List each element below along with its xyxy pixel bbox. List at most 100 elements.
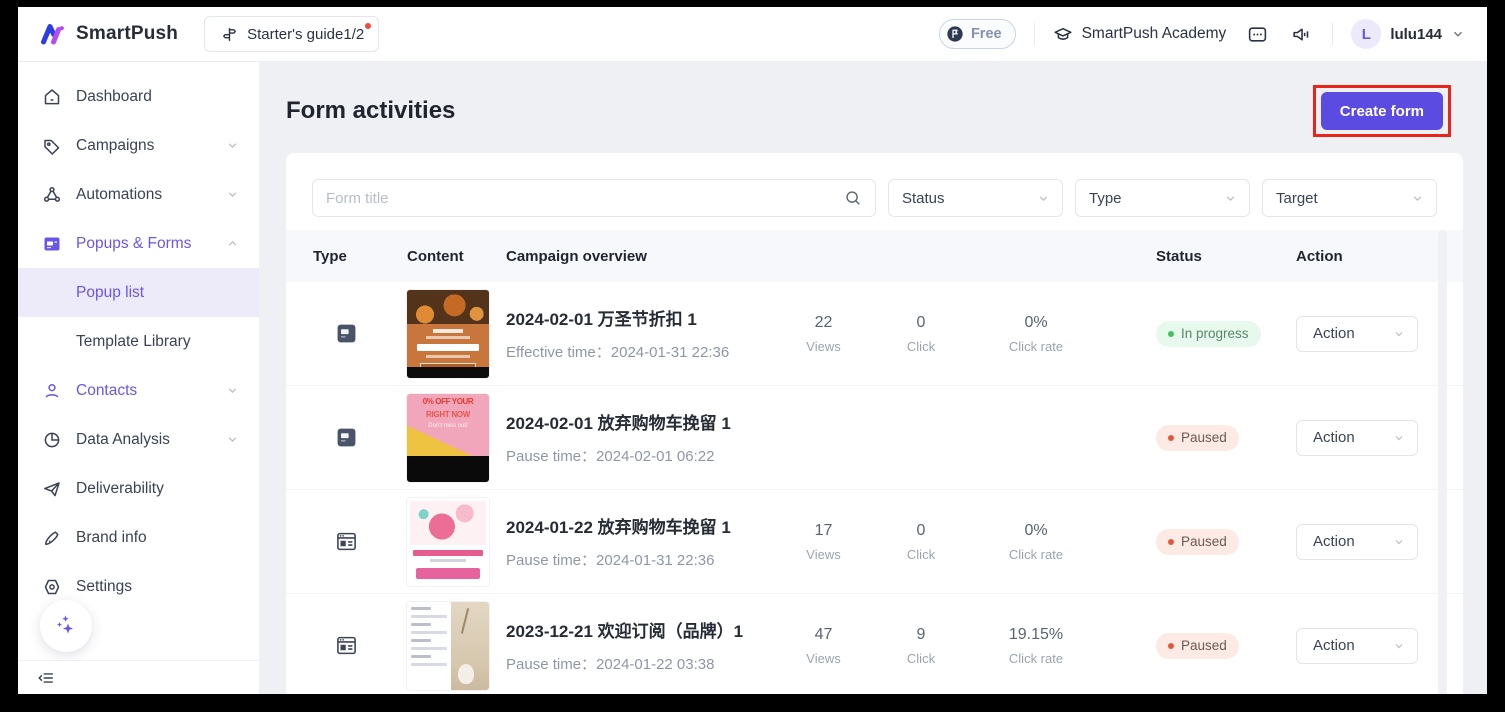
search-input[interactable] [326,190,844,207]
action-dropdown[interactable]: Action [1296,316,1418,352]
brand-logo[interactable]: SmartPush [40,21,178,47]
chevron-down-icon [226,433,239,446]
sidebar-item-label: Popups & Forms [76,235,191,253]
campaign-thumbnail[interactable]: 0% OFF YOUR RIGHT NOW Don't miss out! [407,394,489,482]
topbar: SmartPush Starter's guide1/2 Free [18,7,1487,62]
type-filter-select[interactable]: Type [1075,179,1250,217]
campaign-time: Pause time：2024-01-22 03:38 [506,653,776,674]
chevron-up-icon [226,237,239,250]
sidebar-item-brand-info[interactable]: Brand info [18,513,259,562]
views-stat [776,434,871,441]
sidebar-item-label: Template Library [76,333,191,351]
contacts-person-icon [42,381,62,401]
sidebar-item-contacts[interactable]: Contacts [18,366,259,415]
column-header-action: Action [1296,248,1426,265]
chevron-down-icon [1451,27,1465,41]
sidebar-item-label: Contacts [76,382,137,400]
table-row: 0% OFF YOUR RIGHT NOW Don't miss out! 20… [286,386,1463,490]
plan-badge-label: Free [971,26,1002,42]
sidebar-item-label: Automations [76,186,162,204]
ai-assistant-button[interactable] [40,600,92,652]
campaign-time: Pause time：2024-01-31 22:36 [506,549,776,570]
action-dropdown[interactable]: Action [1296,524,1418,560]
click-stat: 0Click [871,522,971,562]
user-menu[interactable]: L lulu144 [1351,19,1465,49]
sidebar-item-data-analysis[interactable]: Data Analysis [18,415,259,464]
avatar: L [1351,19,1381,49]
graduation-cap-icon [1053,24,1073,44]
campaign-title[interactable]: 2024-02-01 放弃购物车挽留 1 [506,409,776,434]
table-scrollbar[interactable] [1438,230,1447,694]
campaign-thumbnail[interactable] [407,290,489,378]
click-stat: 0Click [871,314,971,354]
popup-type-icon [336,323,357,344]
plan-badge[interactable]: Free [939,19,1016,49]
search-icon[interactable] [844,189,862,207]
sidebar-item-campaigns[interactable]: Campaigns [18,121,259,170]
pie-chart-icon [42,430,62,450]
status-filter-select[interactable]: Status [888,179,1063,217]
sidebar-item-label: Brand info [76,529,147,547]
status-badge: Paused [1156,425,1239,451]
table-row: 2024-02-01 万圣节折扣 1 Effective time：2024-0… [286,282,1463,386]
column-header-content: Content [407,248,506,265]
chevron-down-icon [1393,640,1405,652]
user-name: lulu144 [1390,26,1442,43]
sparkles-icon [51,611,81,641]
chevron-down-icon [1411,192,1424,205]
campaign-title[interactable]: 2024-02-01 万圣节折扣 1 [506,305,776,330]
smartpush-logo-icon [40,21,66,47]
target-filter-label: Target [1276,190,1318,207]
starter-guide-button[interactable]: Starter's guide1/2 [204,16,379,52]
search-box [312,179,876,217]
status-filter-label: Status [902,190,945,207]
sidebar-item-automations[interactable]: Automations [18,170,259,219]
click-rate-stat: 0%Click rate [971,522,1101,562]
sidebar-item-deliverability[interactable]: Deliverability [18,464,259,513]
app-window: SmartPush Starter's guide1/2 Free [18,7,1487,694]
campaign-thumbnail[interactable] [407,602,489,690]
table-row: 2024-01-22 放弃购物车挽留 1 Pause time：2024-01-… [286,490,1463,594]
sidebar-footer [18,660,259,694]
click-rate-stat: 0%Click rate [971,314,1101,354]
divider [1034,23,1035,45]
brand-name: SmartPush [76,23,178,45]
sidebar-item-label: Deliverability [76,480,164,498]
column-header-type: Type [313,248,407,265]
column-header-overview: Campaign overview [506,248,776,265]
action-dropdown[interactable]: Action [1296,628,1418,664]
sidebar-item-popup-list[interactable]: Popup list [18,268,259,317]
views-stat: 22Views [776,314,871,354]
campaign-title[interactable]: 2023-12-21 欢迎订阅（品牌）1 [506,617,776,642]
chevron-down-icon [226,139,239,152]
sidebar-item-label: Popup list [76,284,144,302]
views-stat: 17Views [776,522,871,562]
sidebar-item-label: Settings [76,578,132,596]
create-form-button[interactable]: Create form [1321,92,1443,130]
campaign-time: Pause time：2024-02-01 06:22 [506,445,776,466]
feedback-chat-icon[interactable] [1244,21,1270,47]
form-type-icon [336,531,357,552]
click-rate-stat [971,434,1101,441]
academy-link[interactable]: SmartPush Academy [1053,24,1227,44]
click-stat [871,434,971,441]
sidebar-item-label: Campaigns [76,137,154,155]
announcement-icon[interactable] [1288,21,1314,47]
campaign-thumbnail[interactable] [407,498,489,586]
action-dropdown[interactable]: Action [1296,420,1418,456]
sidebar-item-template-library[interactable]: Template Library [18,317,259,366]
form-activities-card: Status Type Target Type Content Campaign… [286,153,1463,694]
form-type-icon [336,635,357,656]
target-filter-select[interactable]: Target [1262,179,1437,217]
views-stat: 47Views [776,626,871,666]
collapse-sidebar-icon[interactable] [33,665,59,691]
sidebar-item-popups-forms[interactable]: Popups & Forms [18,219,259,268]
status-badge: Paused [1156,633,1239,659]
tag-icon [42,136,62,156]
popup-type-icon [336,427,357,448]
campaign-time: Effective time：2024-01-31 22:36 [506,341,776,362]
brush-icon [42,528,62,548]
campaign-title[interactable]: 2024-01-22 放弃购物车挽留 1 [506,513,776,538]
sidebar-item-dashboard[interactable]: Dashboard [18,72,259,121]
click-rate-stat: 19.15%Click rate [971,626,1101,666]
